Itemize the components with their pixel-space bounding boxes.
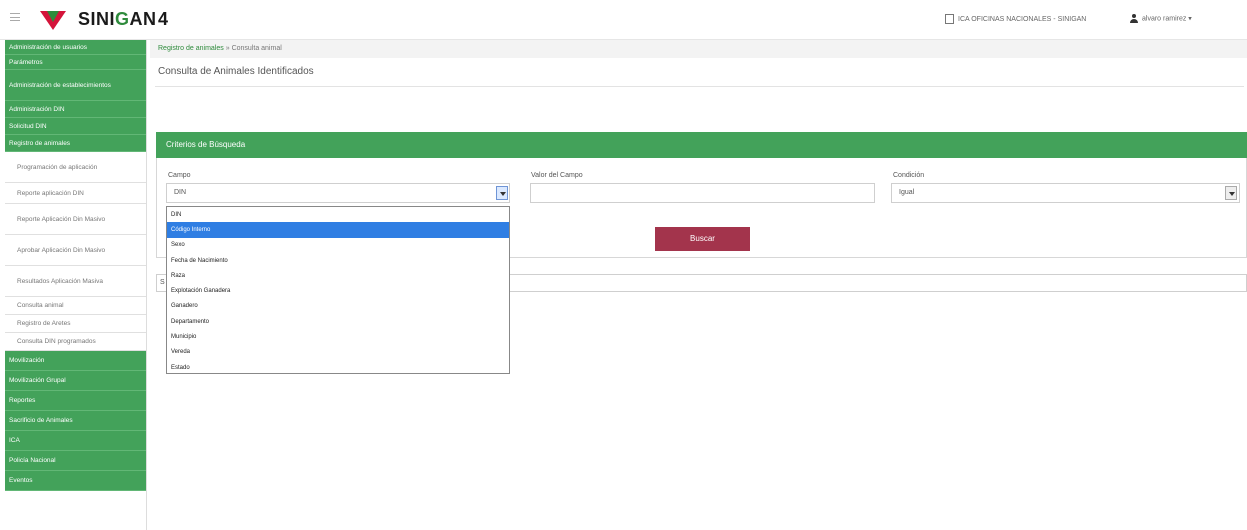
sidebar-subitem-reporte-din[interactable]: Reporte aplicación DIN (5, 183, 146, 204)
office-icon (945, 14, 954, 24)
results-label: S (160, 279, 165, 286)
sidebar-subitem-reporte-masivo[interactable]: Reporte Aplicación Din Masivo (5, 204, 146, 235)
sidebar: Administración de usuarios Parámetros Ad… (5, 40, 147, 530)
sidebar-subitem-resultados-masiva[interactable]: Resultados Aplicación Masiva (5, 266, 146, 297)
dropdown-option[interactable]: Estado (167, 360, 509, 375)
condicion-dropdown-arrow-icon[interactable] (1225, 186, 1237, 200)
sidebar-subitem-consulta-animal[interactable]: Consulta animal (5, 297, 146, 315)
user-menu[interactable]: alvaro ramirez ▾ (1130, 14, 1192, 23)
sidebar-item-ica[interactable]: ICA (5, 431, 146, 451)
dropdown-option[interactable]: Raza (167, 268, 509, 283)
breadcrumb: Registro de animales » Consulta animal (150, 40, 1247, 58)
sidebar-item-reportes[interactable]: Reportes (5, 391, 146, 411)
top-bar: SINIGAN 4 ICA OFICINAS NACIONALES - SINI… (0, 0, 1247, 40)
page-title: Consulta de Animales Identificados (158, 66, 314, 77)
condicion-select-value: Igual (899, 189, 915, 196)
dropdown-option[interactable]: Sexo (167, 238, 509, 253)
sidebar-subitem-consulta-din-programados[interactable]: Consulta DIN programados (5, 333, 146, 351)
search-panel-header: Criterios de Búsqueda (156, 132, 1247, 158)
sidebar-item-solicitud-din[interactable]: Solicitud DIN (5, 118, 146, 135)
hamburger-menu-icon[interactable] (10, 13, 20, 21)
valor-campo-input[interactable] (530, 183, 875, 203)
sidebar-subitem-aprobar-masivo[interactable]: Aprobar Aplicación Din Masivo (5, 235, 146, 266)
sidebar-item-movilizacion[interactable]: Movilización (5, 351, 146, 371)
dropdown-option[interactable]: Explotación Ganadera (167, 283, 509, 298)
sidebar-item-eventos[interactable]: Eventos (5, 471, 146, 491)
campo-dropdown-arrow-icon[interactable] (496, 186, 508, 200)
sidebar-item-policia[interactable]: Policía Nacional (5, 451, 146, 471)
breadcrumb-current: Consulta animal (231, 45, 282, 52)
dropdown-option[interactable]: Municipio (167, 329, 509, 344)
sidebar-item-sacrificio[interactable]: Sacrificio de Animales (5, 411, 146, 431)
sinigan-logo-icon (40, 11, 66, 30)
office-label: ICA OFICINAS NACIONALES - SINIGAN (958, 15, 1087, 23)
sidebar-item-movilizacion-grupal[interactable]: Movilización Grupal (5, 371, 146, 391)
dropdown-option[interactable]: Departamento (167, 314, 509, 329)
sidebar-item-registro-animales[interactable]: Registro de animales (5, 135, 146, 152)
office-selector[interactable]: ICA OFICINAS NACIONALES - SINIGAN (945, 14, 1086, 24)
breadcrumb-parent-link[interactable]: Registro de animales (158, 45, 224, 52)
title-divider (155, 86, 1244, 87)
valor-campo-label: Valor del Campo (531, 172, 583, 179)
buscar-button[interactable]: Buscar (655, 227, 750, 251)
dropdown-option[interactable]: Fecha de Nacimiento (167, 253, 509, 268)
sidebar-subitem-programacion[interactable]: Programación de aplicación (5, 152, 146, 183)
campo-label: Campo (168, 172, 191, 179)
campo-select-value: DIN (174, 189, 187, 196)
sidebar-item-admin-din[interactable]: Administración DIN (5, 101, 146, 118)
dropdown-option[interactable]: DIN (167, 207, 509, 222)
dropdown-option[interactable]: Ganadero (167, 299, 509, 314)
condicion-select[interactable]: Igual (891, 183, 1240, 203)
campo-dropdown-list[interactable]: DIN Código Interno Sexo Fecha de Nacimie… (166, 206, 510, 374)
breadcrumb-separator: » (225, 45, 230, 52)
brand-version: 4 (158, 9, 169, 29)
campo-select[interactable]: DIN (166, 183, 510, 203)
sidebar-item-admin-establecimientos[interactable]: Administración de establecimientos (5, 70, 146, 101)
condicion-label: Condición (893, 172, 925, 179)
sidebar-item-parametros[interactable]: Parámetros (5, 55, 146, 70)
user-name: alvaro ramirez (1142, 15, 1187, 23)
brand-name: SINIGAN (78, 9, 157, 29)
dropdown-option-highlighted[interactable]: Código Interno (167, 222, 509, 238)
sidebar-subitem-registro-aretes[interactable]: Registro de Aretes (5, 315, 146, 333)
sidebar-item-admin-usuarios[interactable]: Administración de usuarios (5, 40, 146, 55)
dropdown-option[interactable]: Vereda (167, 345, 509, 360)
user-icon (1130, 14, 1138, 23)
